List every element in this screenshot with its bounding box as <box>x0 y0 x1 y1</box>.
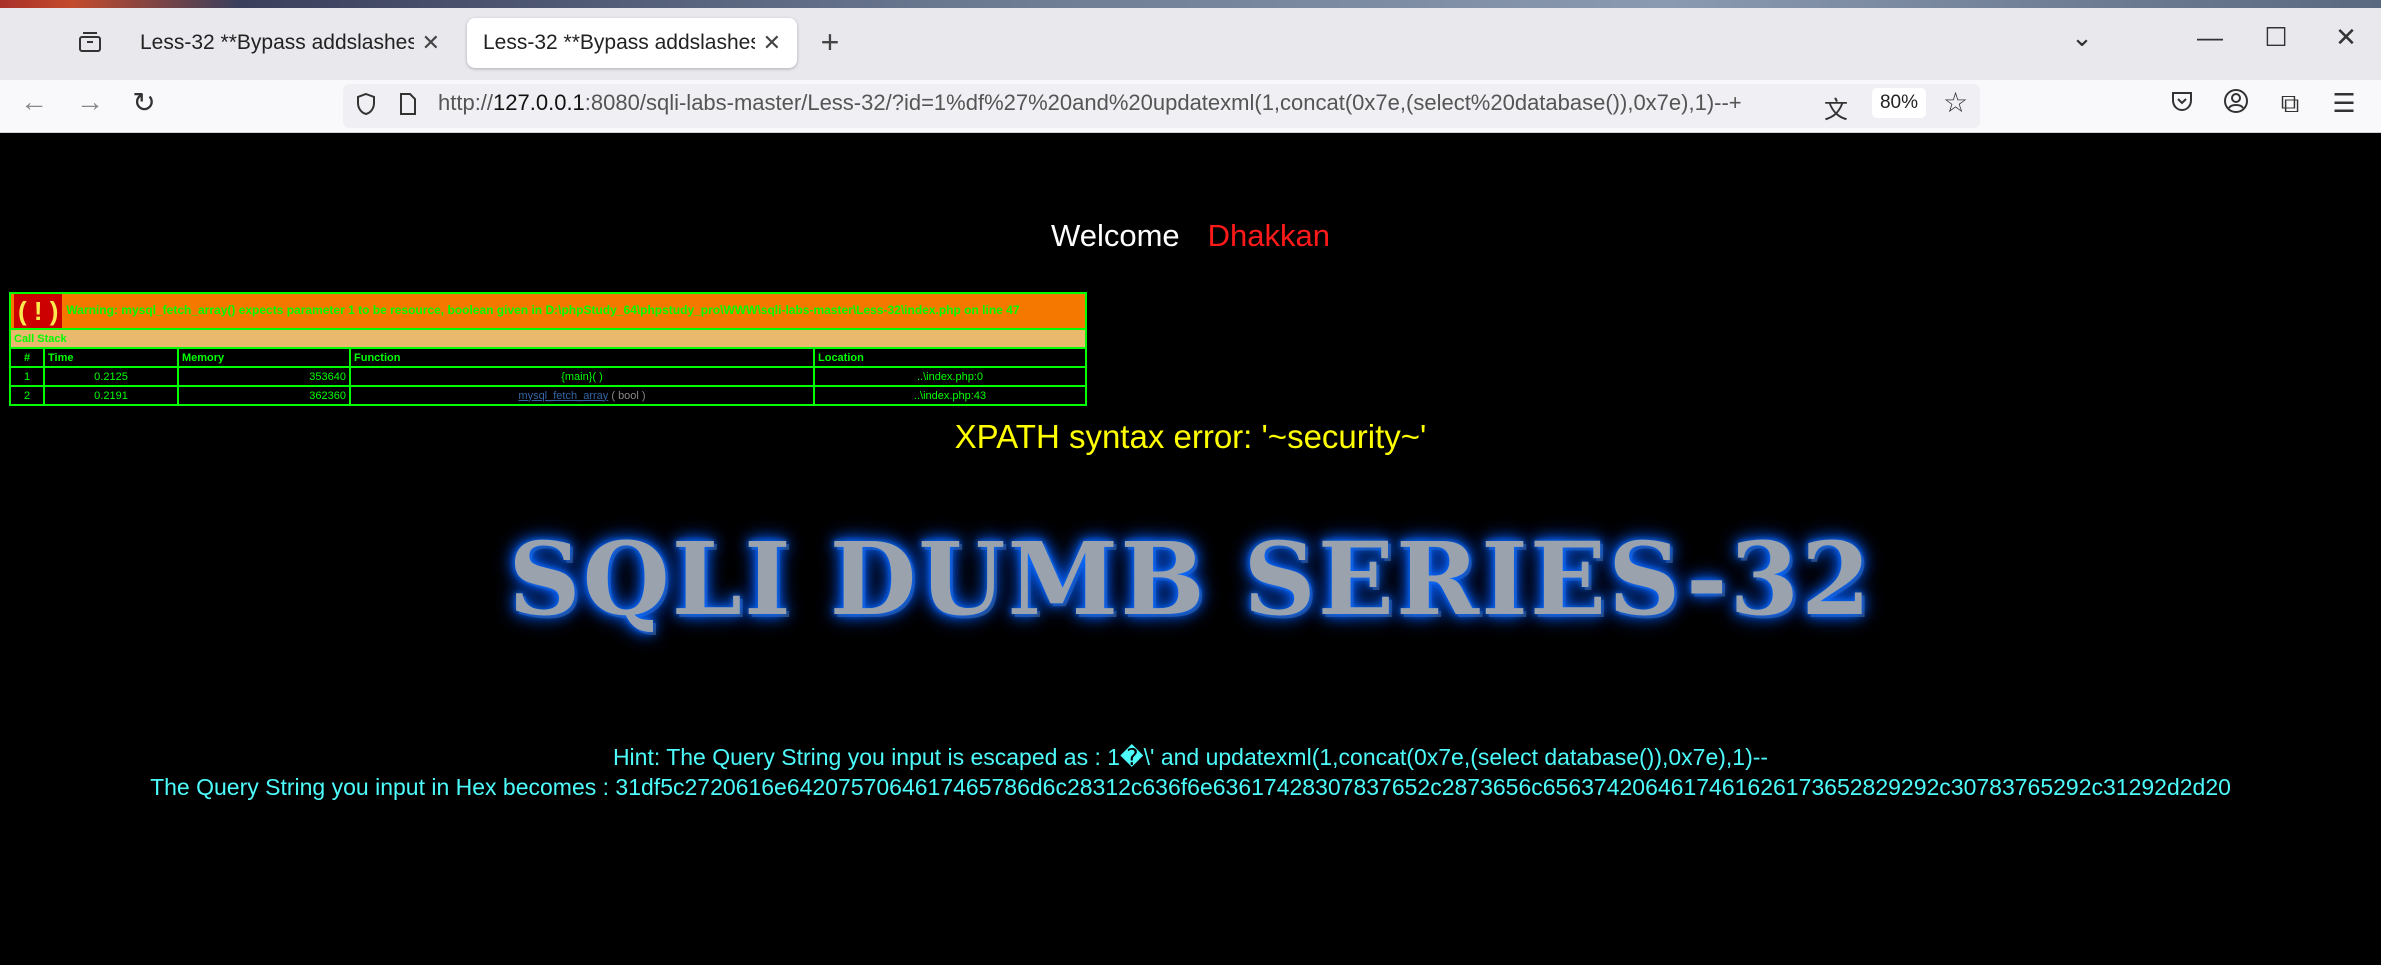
function-name: {main}( ) <box>561 370 603 383</box>
tab-less-32-active[interactable]: Less-32 **Bypass addslashes()** ✕ <box>467 18 797 68</box>
shield-icon[interactable] <box>355 92 377 122</box>
forward-arrow-icon[interactable]: → <box>72 86 108 118</box>
pocket-icon[interactable] <box>2164 88 2200 119</box>
column-header: # <box>9 347 45 368</box>
hint-hex-query: The Query String you input in Hex become… <box>150 774 2231 800</box>
xpath-error-message: XPATH syntax error: '~security~' <box>954 418 1427 455</box>
star-icon[interactable]: ☆ <box>1943 86 1968 119</box>
call-stack-columns: # Time Memory Function Location <box>9 347 1087 368</box>
row-memory: 362360 <box>177 385 351 406</box>
warning-row: ( ! ) Warning: mysql_fetch_array() expect… <box>9 292 1087 330</box>
close-tab-icon[interactable]: ✕ <box>422 30 440 56</box>
tab-title: Less-32 **Bypass addslashes()** <box>483 31 755 54</box>
back-arrow-icon[interactable]: ← <box>16 86 52 118</box>
column-header: Location <box>813 347 1087 368</box>
puzzle-icon[interactable]: ⧉ <box>2272 88 2308 120</box>
warning-message: Warning: mysql_fetch_array() expects par… <box>66 303 1020 318</box>
welcome-line: Welcome Dhakkan <box>0 218 2381 254</box>
row-function: {main}( ) <box>349 366 815 387</box>
welcome-username: Dhakkan <box>1207 218 1330 253</box>
chevron-down-icon[interactable]: ⌄ <box>2062 22 2102 53</box>
row-time: 0.2191 <box>43 385 179 406</box>
row-memory: 353640 <box>177 366 351 387</box>
close-tab-icon[interactable]: ✕ <box>763 30 781 56</box>
row-function: mysql_fetch_array ( bool ) <box>349 385 815 406</box>
welcome-label: Welcome <box>1051 218 1180 253</box>
hint-escaped-query: Hint: The Query String you input is esca… <box>612 744 1769 770</box>
series-banner-title: SQLI DUMB SERIES-32 <box>508 520 1873 638</box>
url-path: :8080/sqli-labs-master/Less-32/?id=1%df%… <box>584 90 1742 115</box>
minimize-icon[interactable]: — <box>2190 22 2230 53</box>
hamburger-icon[interactable]: ☰ <box>2326 88 2362 119</box>
row-number: 1 <box>9 366 45 387</box>
column-header: Function <box>349 347 815 368</box>
function-link[interactable]: mysql_fetch_array <box>518 390 608 402</box>
php-warning-table: ( ! ) Warning: mysql_fetch_array() expect… <box>9 292 1087 406</box>
url-prefix: http:// <box>438 90 494 115</box>
row-location: ..\index.php:0 <box>813 366 1087 387</box>
tab-list-icon[interactable] <box>70 24 110 60</box>
row-time: 0.2125 <box>43 366 179 387</box>
page-icon[interactable] <box>398 92 418 122</box>
table-row: 1 0.2125 353640 {main}( ) ..\index.php:0 <box>9 366 1087 387</box>
hint-block: Hint: The Query String you input is esca… <box>0 742 2381 802</box>
close-window-icon[interactable]: ✕ <box>2326 22 2366 53</box>
call-stack-header: Call Stack <box>9 328 1087 349</box>
zoom-level-badge[interactable]: 80% <box>1872 88 1926 118</box>
url-text[interactable]: http://127.0.0.1:8080/sqli-labs-master/L… <box>438 90 1742 116</box>
tab-title: Less-32 **Bypass addslashes()** <box>140 31 414 54</box>
column-header: Memory <box>177 347 351 368</box>
column-header: Time <box>43 347 179 368</box>
plus-icon[interactable]: + <box>812 24 848 61</box>
table-row: 2 0.2191 362360 mysql_fetch_array ( bool… <box>9 385 1087 406</box>
account-icon[interactable] <box>2218 88 2254 121</box>
translate-icon[interactable]: 文 <box>1824 90 1848 125</box>
url-host: 127.0.0.1 <box>493 90 585 115</box>
row-number: 2 <box>9 385 45 406</box>
desktop-wallpaper-strip <box>0 0 2381 8</box>
call-stack-label: Call Stack <box>9 328 1087 349</box>
row-location: ..\index.php:43 <box>813 385 1087 406</box>
warning-icon: ( ! ) <box>14 294 63 328</box>
reload-icon[interactable]: ↻ <box>126 86 162 119</box>
tab-less-32-inactive[interactable]: Less-32 **Bypass addslashes()** ✕ <box>124 18 456 68</box>
maximize-icon[interactable]: ☐ <box>2256 22 2296 53</box>
function-args: ( bool ) <box>611 389 646 402</box>
